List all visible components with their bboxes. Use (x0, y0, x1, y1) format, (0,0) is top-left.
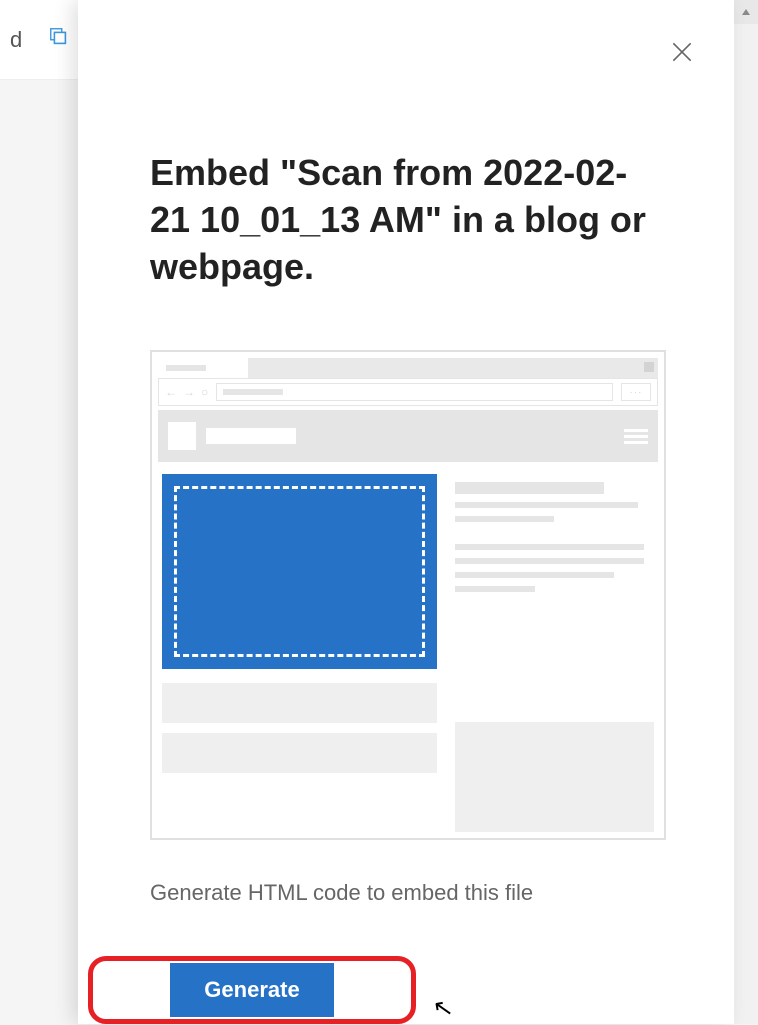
illustration-navbar: ← → ○ ··· (158, 378, 658, 406)
illustration-back-icon: ← (165, 385, 177, 399)
highlight-annotation: Generate ↖ (88, 956, 416, 1024)
illustration-tab (158, 358, 248, 378)
illustration-text-line (455, 516, 555, 522)
close-button[interactable] (660, 30, 704, 74)
illustration-text-line (455, 558, 644, 564)
illustration-right-block (455, 722, 654, 832)
illustration-brand (206, 428, 296, 444)
illustration-page-header (158, 410, 658, 462)
panel-caption: Generate HTML code to embed this file (150, 880, 666, 906)
illustration-tab-close-icon (644, 362, 654, 372)
illustration-menu-icon: ··· (621, 383, 651, 401)
embed-illustration: ← → ○ ··· (150, 350, 666, 840)
illustration-left-block (162, 683, 437, 723)
illustration-text-line (455, 482, 604, 494)
cursor-icon: ↖ (431, 992, 456, 1024)
scrollbar[interactable] (734, 0, 758, 1024)
copy-stack-icon (48, 26, 70, 54)
illustration-refresh-icon: ○ (201, 385, 208, 399)
illustration-address-bar (216, 383, 613, 401)
illustration-text-line (455, 544, 644, 550)
generate-button[interactable]: Generate (170, 963, 333, 1017)
illustration-text-line (455, 502, 638, 508)
illustration-text-line (455, 572, 614, 578)
illustration-left-block (162, 733, 437, 773)
illustration-logo (168, 422, 196, 450)
embed-panel: Embed "Scan from 2022-02-21 10_01_13 AM"… (78, 0, 734, 1024)
illustration-hamburger-icon (624, 429, 648, 444)
illustration-forward-icon: → (183, 385, 195, 399)
illustration-tabbar (158, 358, 658, 378)
illustration-text-line (455, 586, 535, 592)
panel-title: Embed "Scan from 2022-02-21 10_01_13 AM"… (150, 150, 666, 290)
illustration-embed-region (162, 474, 437, 669)
scrollbar-up-arrow-icon[interactable] (734, 0, 758, 24)
illustration-body (158, 474, 658, 832)
toolbar-text-fragment-left: d (10, 27, 22, 53)
close-icon (669, 39, 695, 65)
